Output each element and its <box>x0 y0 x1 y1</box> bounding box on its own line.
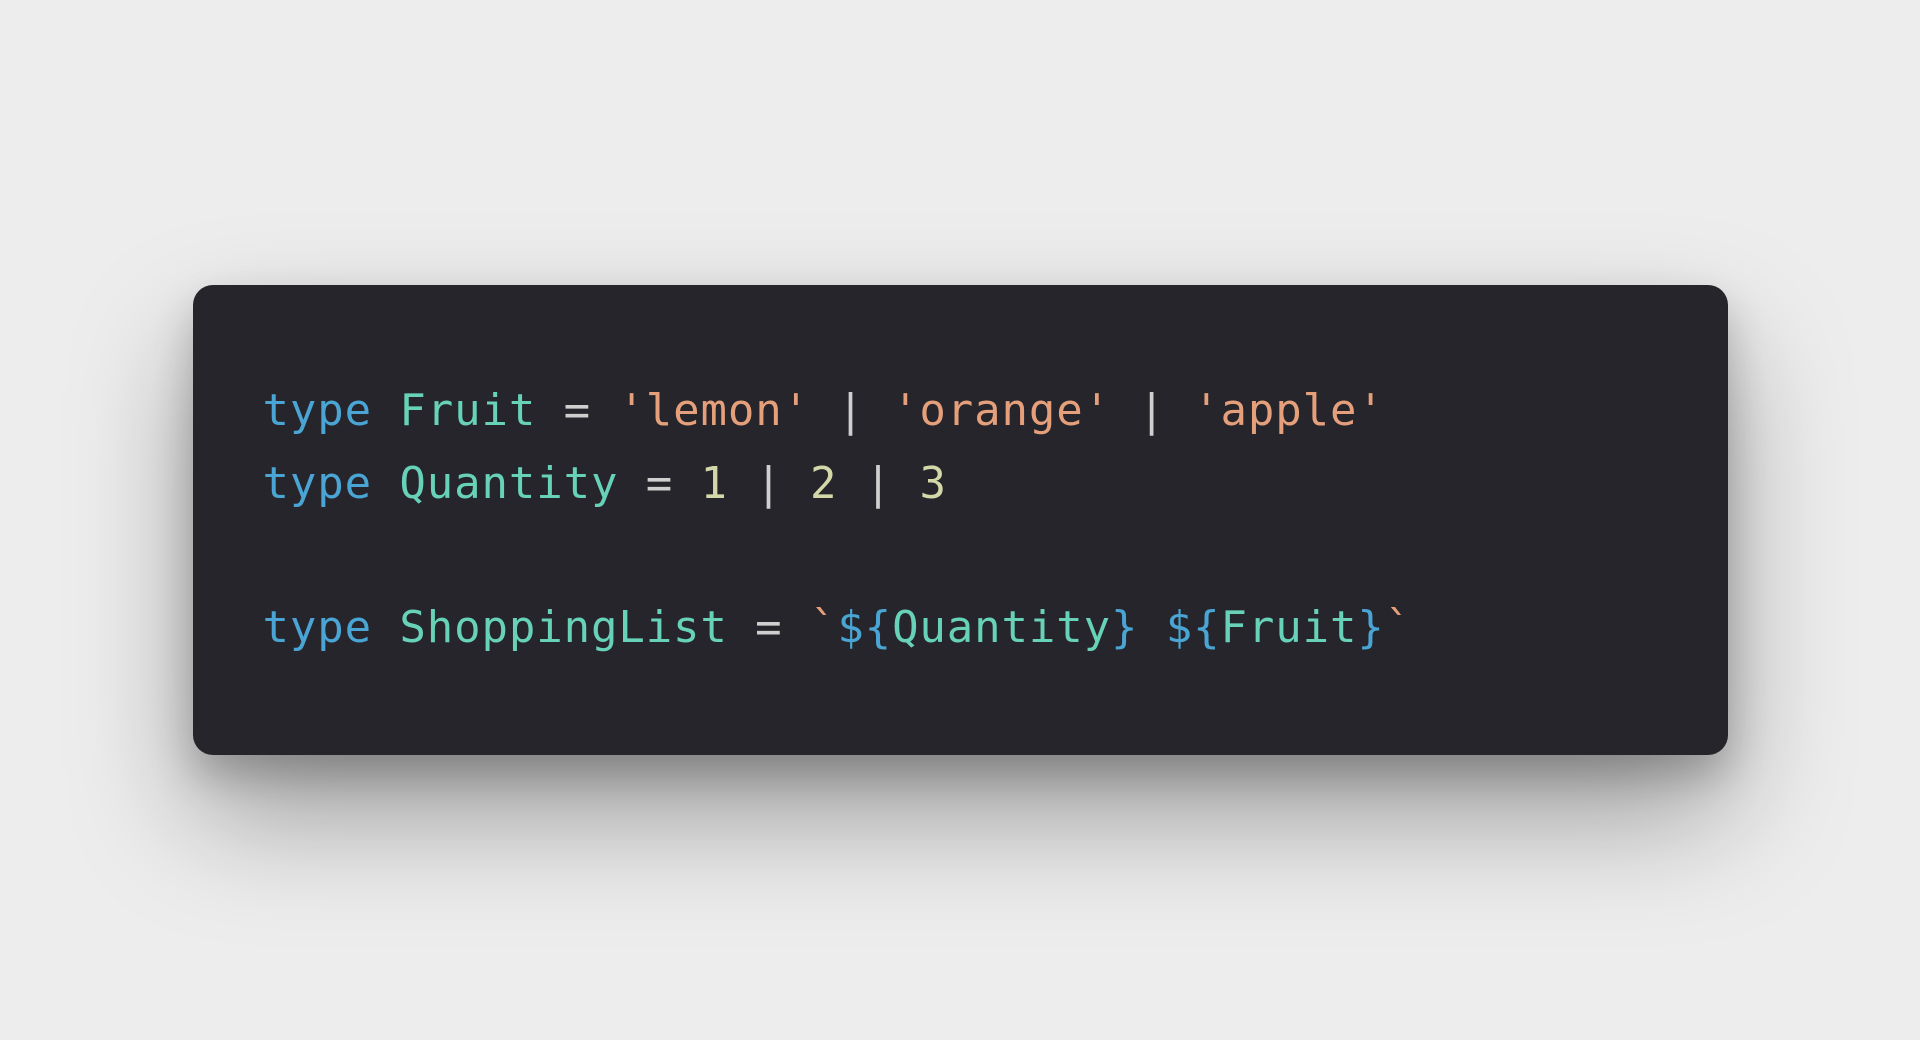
number-3: 3 <box>919 458 946 509</box>
type-quantity: Quantity <box>399 458 618 509</box>
code-block: type Fruit = 'lemon' | 'orange' | 'apple… <box>193 285 1728 755</box>
keyword-type: type <box>263 385 372 436</box>
keyword-type: type <box>263 602 372 653</box>
backtick: ` <box>810 602 837 653</box>
keyword-type: type <box>263 458 372 509</box>
type-fruit: Fruit <box>399 385 536 436</box>
string-lemon: 'lemon' <box>618 385 810 436</box>
template-close: } <box>1357 602 1384 653</box>
template-open: ${ <box>837 602 892 653</box>
pipe-op: | <box>810 385 892 436</box>
type-shoppinglist: ShoppingList <box>399 602 727 653</box>
template-space <box>1138 602 1165 653</box>
number-1: 1 <box>700 458 727 509</box>
blank-line <box>263 520 1658 592</box>
type-ref-fruit: Fruit <box>1221 602 1358 653</box>
template-close: } <box>1111 602 1138 653</box>
string-apple: 'apple' <box>1193 385 1385 436</box>
string-orange: 'orange' <box>892 385 1111 436</box>
type-ref-quantity: Quantity <box>892 602 1111 653</box>
pipe-op: | <box>837 458 919 509</box>
code-line-3: type ShoppingList = `${Quantity} ${Fruit… <box>263 592 1658 665</box>
template-open: ${ <box>1166 602 1221 653</box>
equals-op: = <box>728 602 810 653</box>
number-2: 2 <box>810 458 837 509</box>
equals-op: = <box>618 458 700 509</box>
equals-op: = <box>536 385 618 436</box>
pipe-op: | <box>1111 385 1193 436</box>
code-line-1: type Fruit = 'lemon' | 'orange' | 'apple… <box>263 375 1658 448</box>
backtick: ` <box>1385 602 1412 653</box>
code-line-2: type Quantity = 1 | 2 | 3 <box>263 448 1658 521</box>
pipe-op: | <box>728 458 810 509</box>
